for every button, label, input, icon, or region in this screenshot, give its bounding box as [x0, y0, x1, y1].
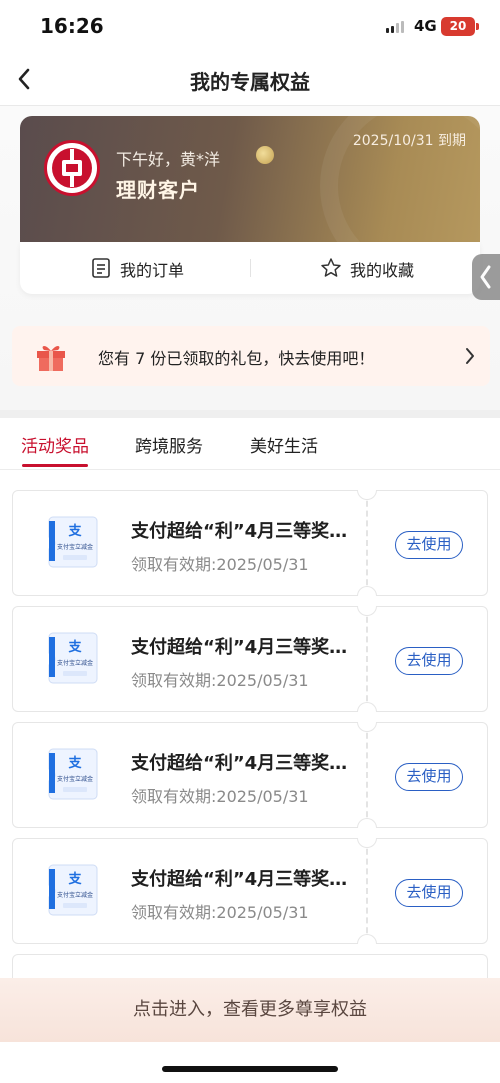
coupon-divider: [366, 607, 368, 711]
coupon-card[interactable]: 支 支付宝立减金 支付超给“利”4月三等奖… 领取有效期:2025/05/31 …: [12, 722, 488, 828]
alipay-coupon-icon: 支 支付宝立减金: [48, 748, 98, 800]
order-list-icon: [92, 258, 110, 278]
coupon-title: 支付超给“利”4月三等奖…: [131, 521, 348, 542]
svg-text:支: 支: [67, 523, 82, 539]
nav-bar: 我的专属权益: [0, 52, 500, 106]
home-indicator[interactable]: [162, 1066, 338, 1072]
network-label: 4G: [414, 17, 437, 35]
coupon-thumb-text: 支付宝立减金: [57, 775, 93, 783]
bank-logo-mark: [52, 148, 92, 188]
home-indicator-area: [0, 1042, 500, 1083]
bank-logo: [44, 140, 100, 196]
coupon-card[interactable]: 支 支付宝立减金 支付超给“利”4月三等奖… 领取有效期:2025/05/31 …: [12, 490, 488, 596]
coupon-thumb-text: 支付宝立减金: [57, 659, 93, 667]
my-favorites-button[interactable]: 我的收藏: [250, 242, 480, 294]
tab-active-indicator: [22, 464, 88, 467]
tab-cross-border[interactable]: 跨境服务: [135, 432, 203, 457]
tab-good-life[interactable]: 美好生活: [250, 432, 318, 457]
coupon-title: 支付超给“利”4月三等奖…: [131, 753, 348, 774]
coupon-card[interactable]: 支 支付宝立减金 支付超给“利”4月三等奖… 领取有效期:2025/05/31 …: [12, 606, 488, 712]
coupon-title: 支付超给“利”4月三等奖…: [131, 637, 348, 658]
status-bar: 16:26 4G 20: [0, 0, 500, 52]
coupon-card[interactable]: 支 支付宝立减金 支付超给“利”4月三等奖… 领取有效期:2025/05/31 …: [12, 838, 488, 944]
coupon-validity: 领取有效期:2025/05/31: [131, 671, 309, 690]
coupon-notch: [357, 702, 377, 712]
coupon-divider: [366, 491, 368, 595]
coupon-title: 支付超给“利”4月三等奖…: [131, 869, 348, 890]
svg-text:支: 支: [67, 871, 82, 887]
expiry-date: 2025/10/31 到期: [352, 133, 466, 149]
battery-icon: 20: [441, 17, 479, 36]
member-card: 下午好，黄*洋 理财客户 2025/10/31 到期: [20, 116, 480, 242]
coupon-notch: [357, 586, 377, 596]
tab-activity-prizes[interactable]: 活动奖品: [21, 432, 89, 457]
svg-text:支: 支: [67, 755, 82, 771]
use-coupon-button[interactable]: 去使用: [395, 879, 463, 907]
my-orders-label: 我的订单: [120, 261, 185, 280]
my-favorites-label: 我的收藏: [350, 261, 415, 280]
battery-level: 20: [449, 19, 467, 33]
coupon-notch: [357, 490, 377, 500]
my-orders-button[interactable]: 我的订单: [20, 242, 250, 294]
coupon-notch: [357, 934, 377, 944]
coupon-divider: [366, 723, 368, 827]
coupon-validity: 领取有效期:2025/05/31: [131, 555, 309, 574]
greeting-text: 下午好，黄*洋: [116, 150, 221, 169]
more-benefits-button[interactable]: 点击进入，查看更多尊享权益: [0, 978, 500, 1042]
page-title: 我的专属权益: [190, 70, 310, 94]
coupon-thumb-text: 支付宝立减金: [57, 891, 93, 899]
use-coupon-button[interactable]: 去使用: [395, 647, 463, 675]
star-outline-icon: [321, 258, 341, 277]
alipay-coupon-icon: 支 支付宝立减金: [48, 632, 98, 684]
use-coupon-button[interactable]: 去使用: [395, 763, 463, 791]
section-separator: [0, 410, 500, 418]
coupon-divider: [366, 839, 368, 943]
coupon-notch: [357, 838, 377, 848]
coupon-notch: [357, 606, 377, 616]
chevron-left-icon: [480, 265, 491, 289]
chevron-right-icon: [466, 348, 474, 364]
coupon-validity: 领取有效期:2025/05/31: [131, 787, 309, 806]
alipay-coupon-icon: 支 支付宝立减金: [48, 516, 98, 568]
coupon-validity: 领取有效期:2025/05/31: [131, 903, 309, 922]
coupon-notch: [357, 818, 377, 828]
status-time: 16:26: [40, 14, 104, 38]
category-tabs: 活动奖品 跨境服务 美好生活: [0, 418, 500, 470]
side-collapse-tab[interactable]: [472, 254, 500, 300]
svg-text:支: 支: [67, 639, 82, 655]
gift-icon: [37, 345, 65, 371]
signal-icon: [386, 21, 408, 33]
use-coupon-button[interactable]: 去使用: [395, 531, 463, 559]
gift-banner[interactable]: 您有 7 份已领取的礼包，快去使用吧！: [12, 326, 490, 386]
alipay-coupon-icon: 支 支付宝立减金: [48, 864, 98, 916]
coupon-notch: [357, 722, 377, 732]
coupon-thumb-text: 支付宝立减金: [57, 543, 93, 551]
gift-banner-text: 您有 7 份已领取的礼包，快去使用吧！: [98, 349, 375, 368]
medal-icon: [256, 146, 274, 164]
coupon-list: 支 支付宝立减金 支付超给“利”4月三等奖… 领取有效期:2025/05/31 …: [0, 470, 500, 994]
quick-actions-bar: 我的订单 我的收藏: [20, 242, 480, 294]
customer-type: 理财客户: [116, 178, 200, 202]
